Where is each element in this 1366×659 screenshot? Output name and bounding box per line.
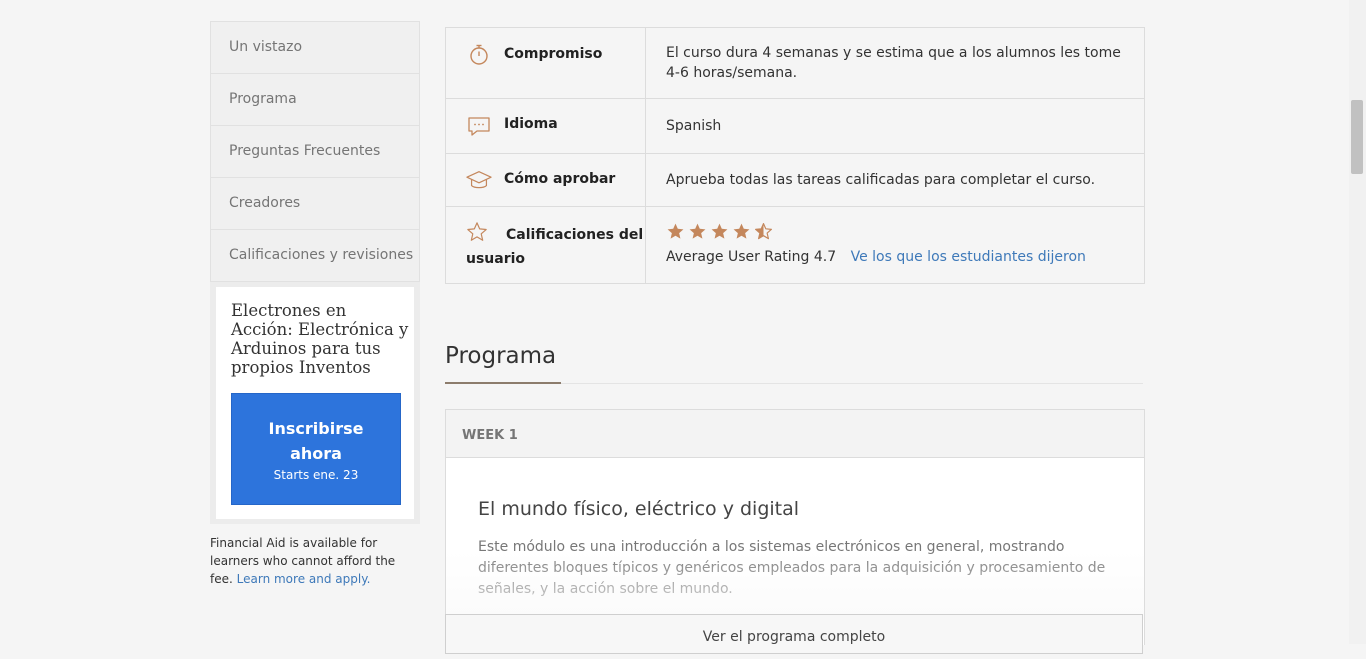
sidebar-item-creators[interactable]: Creadores <box>211 178 419 230</box>
course-info-table: Compromiso El curso dura 4 semanas y se … <box>445 27 1145 284</box>
info-value-how-to-pass: Aprueba todas las tareas calificadas par… <box>666 172 1096 188</box>
star-outline-icon <box>467 222 487 241</box>
week-label: WEEK 1 <box>446 410 1144 458</box>
sidebar-item-overview[interactable]: Un vistazo <box>211 22 419 74</box>
info-value-language: Spanish <box>666 118 722 134</box>
graduation-cap-icon <box>466 171 492 189</box>
enroll-card: Electrones en Acción: Electrónica y Ardu… <box>210 282 420 524</box>
info-row-ratings: Calificaciones del usuario Average User … <box>446 207 1144 283</box>
rating-summary: Average User Rating 4.7 Ve los que los e… <box>666 247 1124 267</box>
course-title: Electrones en Acción: Electrónica y Ardu… <box>231 301 409 377</box>
rating-stars <box>666 222 1124 241</box>
enroll-start-date: Starts ene. 23 <box>273 468 359 482</box>
chat-bubble-icon <box>468 117 490 136</box>
side-nav: Un vistazo Programa Preguntas Frecuentes… <box>210 21 420 282</box>
financial-aid-link[interactable]: Learn more and apply. <box>237 572 371 586</box>
info-row-language: Idioma Spanish <box>446 99 1144 154</box>
sidebar-item-ratings[interactable]: Calificaciones y revisiones <box>211 230 419 281</box>
enroll-button[interactable]: Inscribirse ahora Starts ene. 23 <box>231 393 401 505</box>
info-row-how-to-pass: Cómo aprobar Aprueba todas las tareas ca… <box>446 154 1144 207</box>
info-value-ratings: Average User Rating 4.7 Ve los que los e… <box>646 207 1144 283</box>
star-full-icon <box>733 223 750 239</box>
content-fade <box>446 550 1144 620</box>
heading-underline <box>445 382 561 384</box>
week-card: WEEK 1 El mundo físico, eléctrico y digi… <box>445 409 1145 645</box>
scrollbar-thumb[interactable] <box>1351 100 1363 174</box>
info-label-ratings: Calificaciones del usuario <box>466 227 644 267</box>
info-key-language: Idioma <box>446 99 646 153</box>
star-half-icon <box>754 222 773 240</box>
average-rating-text: Average User Rating 4.7 <box>666 249 837 265</box>
info-label-language: Idioma <box>504 116 558 132</box>
star-full-icon <box>689 223 706 239</box>
sidebar-item-faq[interactable]: Preguntas Frecuentes <box>211 126 419 178</box>
info-row-commitment: Compromiso El curso dura 4 semanas y se … <box>446 28 1144 99</box>
star-full-icon <box>667 223 684 239</box>
syllabus-heading: Programa <box>445 343 557 369</box>
info-key-how-to-pass: Cómo aprobar <box>446 154 646 206</box>
sidebar-item-syllabus[interactable]: Programa <box>211 74 419 126</box>
info-label-how-to-pass: Cómo aprobar <box>504 171 616 187</box>
info-key-commitment: Compromiso <box>446 28 646 98</box>
star-full-icon <box>711 223 728 239</box>
enroll-card-inner: Electrones en Acción: Electrónica y Ardu… <box>216 287 414 519</box>
info-label-commitment: Compromiso <box>504 46 603 62</box>
info-key-ratings: Calificaciones del usuario <box>446 207 646 283</box>
view-full-syllabus-button[interactable]: Ver el programa completo <box>445 614 1143 654</box>
scrollbar[interactable] <box>1349 0 1366 644</box>
enroll-button-label: Inscribirse ahora <box>268 419 364 463</box>
module-title: El mundo físico, eléctrico y digital <box>478 498 800 520</box>
info-value-commitment: El curso dura 4 semanas y se estima que … <box>666 45 1121 81</box>
student-reviews-link[interactable]: Ve los que los estudiantes dijeron <box>851 249 1086 265</box>
financial-aid-note: Financial Aid is available for learners … <box>210 534 420 588</box>
stopwatch-icon <box>470 44 488 65</box>
